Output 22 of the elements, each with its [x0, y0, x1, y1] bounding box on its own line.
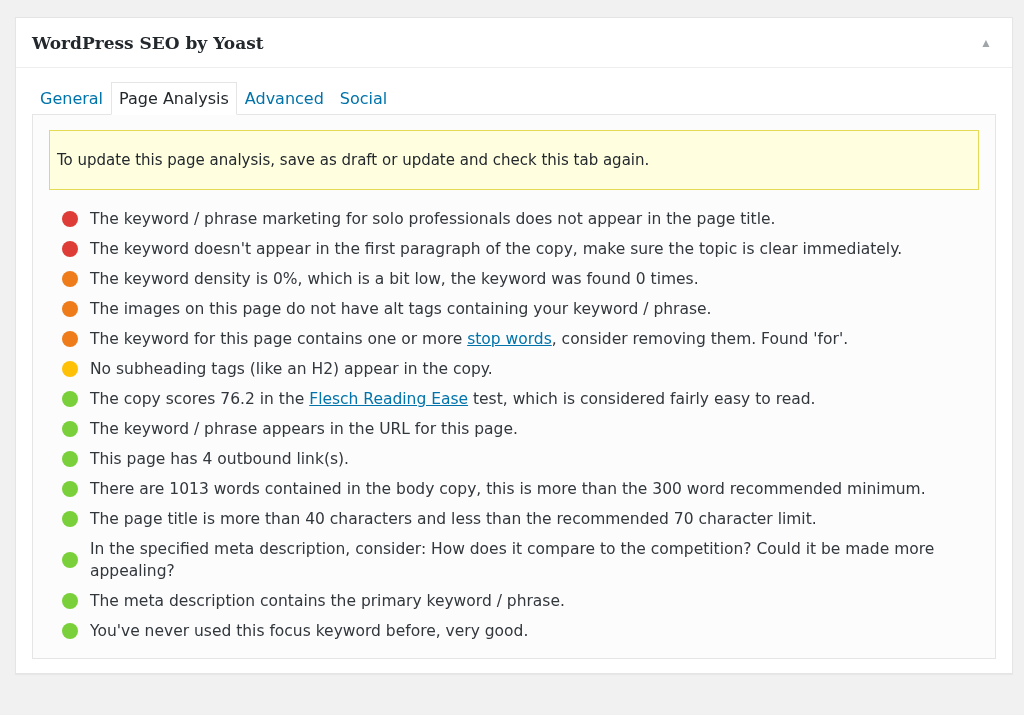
tab[interactable]: Page Analysis: [111, 82, 237, 115]
result-text: The copy scores 76.2 in the Flesch Reading Ease test, which is considered fairly easy to read.: [90, 389, 816, 410]
result-text: The page title is more than 40 characters and less than the recommended 70 character limit.: [90, 509, 817, 530]
tab[interactable]: Advanced: [236, 82, 332, 115]
help-link[interactable]: stop words: [467, 330, 552, 348]
panel-title: WordPress SEO by Yoast: [32, 32, 264, 53]
update-notice: To update this page analysis, save as draft or update and check this tab again.: [49, 130, 979, 190]
result-text: The keyword / phrase marketing for solo professionals does not appear in the page title.: [90, 209, 776, 230]
result-text: The keyword / phrase appears in the URL for this page.: [90, 419, 518, 440]
tab[interactable]: Social: [331, 82, 396, 115]
result-text: The keyword for this page contains one or more stop words, consider removing them. Found 'for'.: [90, 329, 849, 350]
result-text: The keyword doesn't appear in the first paragraph of the copy, make sure the topic is clear immediately.: [90, 239, 903, 260]
result-text: The images on this page do not have alt tags containing your keyword / phrase.: [90, 299, 712, 320]
result-text: There are 1013 words contained in the body copy, this is more than the 300 word recommended minimum.: [90, 479, 926, 500]
tab[interactable]: General: [32, 82, 112, 115]
help-link[interactable]: Flesch Reading Ease: [309, 390, 469, 408]
result-text: The meta description contains the primary keyword / phrase.: [90, 591, 565, 612]
result-text: In the specified meta description, consider: How does it compare to the competition? Could it be made more appealing?: [90, 539, 936, 582]
result-text: This page has 4 outbound link(s).: [90, 449, 349, 470]
result-text: You've never used this focus keyword before, very good.: [90, 621, 529, 642]
result-text: The keyword density is 0%, which is a bit low, the keyword was found 0 times.: [90, 269, 699, 290]
result-text: No subheading tags (like an H2) appear in the copy.: [90, 359, 493, 380]
